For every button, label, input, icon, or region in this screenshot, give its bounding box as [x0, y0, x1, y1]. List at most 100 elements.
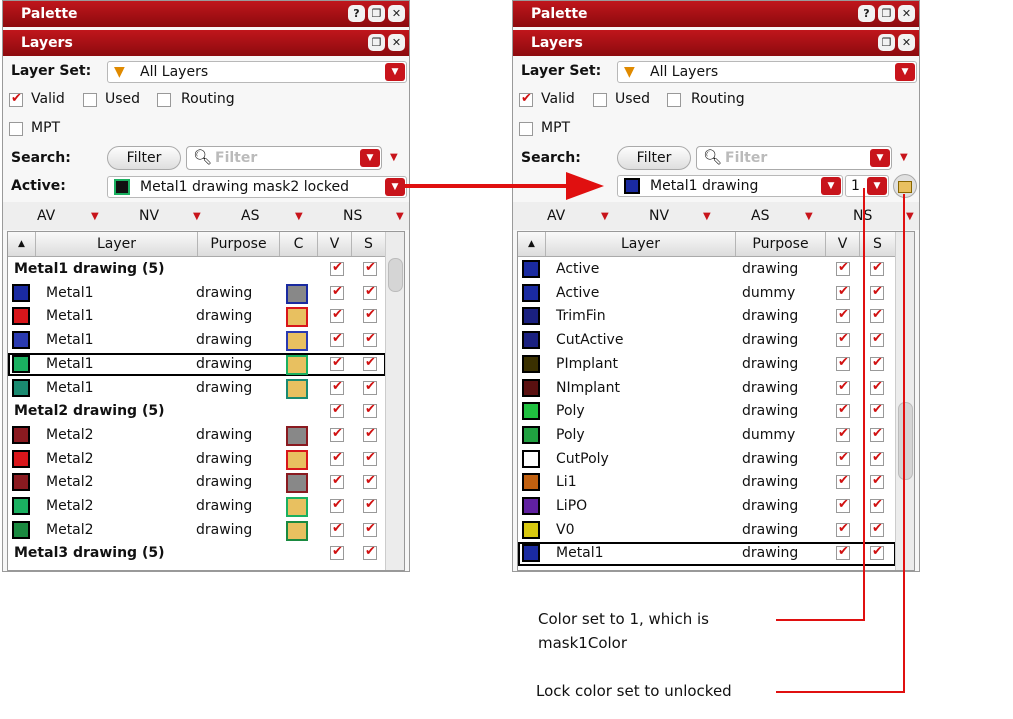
restore-icon[interactable]: ❐ — [368, 34, 385, 51]
ns-button[interactable]: NS — [343, 208, 362, 224]
table-row[interactable]: Metal1 drawing — [518, 542, 896, 567]
nv-button[interactable]: NV — [139, 208, 159, 224]
visible-checkbox[interactable] — [836, 450, 850, 466]
selectable-checkbox[interactable] — [363, 426, 377, 442]
selectable-checkbox[interactable] — [363, 402, 377, 419]
table-row[interactable]: Metal2 drawing — [8, 448, 386, 472]
col-s[interactable]: S — [860, 232, 896, 256]
restore-icon[interactable]: ❐ — [878, 5, 895, 22]
visible-checkbox[interactable] — [330, 284, 344, 300]
table-row[interactable]: Metal1 drawing — [8, 305, 386, 329]
visible-checkbox[interactable] — [836, 260, 850, 276]
table-row[interactable]: CutActive drawing — [518, 329, 896, 353]
color-combo[interactable]: 1 ▼ — [845, 175, 889, 197]
group-row[interactable]: Metal3 drawing (5) — [8, 542, 386, 566]
sort-icon[interactable]: ▲ — [8, 232, 36, 256]
table-row[interactable]: Metal2 drawing — [8, 519, 386, 543]
lock-color-button[interactable] — [893, 174, 917, 198]
as-button[interactable]: AS — [751, 208, 769, 224]
visible-checkbox[interactable] — [330, 402, 344, 419]
visible-checkbox[interactable] — [330, 260, 344, 276]
table-row[interactable]: PImplant drawing — [518, 353, 896, 377]
table-scrollbar[interactable] — [895, 232, 914, 570]
visible-checkbox[interactable] — [330, 355, 344, 371]
search-input[interactable]: 🔍︎ Filter ▼ — [696, 146, 892, 170]
ns-arrow-icon[interactable]: ▼ — [396, 211, 404, 222]
table-scrollbar[interactable] — [385, 232, 404, 570]
visible-checkbox[interactable] — [836, 307, 850, 324]
scroll-thumb[interactable] — [388, 258, 403, 292]
visible-checkbox[interactable] — [330, 307, 344, 324]
selectable-checkbox[interactable] — [363, 355, 377, 371]
av-arrow-icon[interactable]: ▼ — [91, 211, 99, 222]
visible-checkbox[interactable] — [836, 473, 850, 490]
selectable-checkbox[interactable] — [870, 450, 884, 466]
col-s[interactable]: S — [352, 232, 386, 256]
as-arrow-icon[interactable]: ▼ — [295, 211, 303, 222]
restore-icon[interactable]: ❐ — [368, 5, 385, 22]
selectable-checkbox[interactable] — [870, 473, 884, 490]
visible-checkbox[interactable] — [836, 284, 850, 300]
table-row[interactable]: TrimFin drawing — [518, 305, 896, 329]
search-menu-arrow-icon[interactable]: ▼ — [900, 152, 908, 163]
selectable-checkbox[interactable] — [870, 260, 884, 276]
chevron-down-icon[interactable]: ▼ — [385, 178, 405, 196]
table-row[interactable]: Metal1 drawing — [8, 352, 386, 377]
as-button[interactable]: AS — [241, 208, 259, 224]
visible-checkbox[interactable] — [836, 497, 850, 513]
col-c[interactable]: C — [280, 232, 318, 256]
col-purpose[interactable]: Purpose — [736, 232, 826, 256]
close-icon[interactable]: ✕ — [898, 34, 915, 51]
as-arrow-icon[interactable]: ▼ — [805, 211, 813, 222]
table-row[interactable]: Poly drawing — [518, 400, 896, 424]
selectable-checkbox[interactable] — [870, 497, 884, 513]
chevron-down-icon[interactable]: ▼ — [895, 63, 915, 81]
selectable-checkbox[interactable] — [870, 402, 884, 419]
table-row[interactable]: Metal2 drawing — [8, 424, 386, 448]
selectable-checkbox[interactable] — [870, 307, 884, 324]
filter-button[interactable]: Filter — [107, 146, 181, 170]
col-v[interactable]: V — [826, 232, 860, 256]
ns-arrow-icon[interactable]: ▼ — [906, 211, 914, 222]
used-checkbox[interactable] — [83, 93, 97, 107]
table-row[interactable]: LiPO drawing — [518, 495, 896, 519]
selectable-checkbox[interactable] — [870, 426, 884, 442]
col-v[interactable]: V — [318, 232, 352, 256]
selectable-checkbox[interactable] — [363, 331, 377, 348]
mask-color-icon[interactable] — [286, 520, 308, 541]
table-row[interactable]: Metal1 drawing — [8, 377, 386, 401]
selectable-checkbox[interactable] — [870, 331, 884, 348]
col-layer[interactable]: Layer — [36, 232, 198, 256]
group-row[interactable]: Metal1 drawing (5) — [8, 258, 386, 282]
nv-arrow-icon[interactable]: ▼ — [193, 211, 201, 222]
close-icon[interactable]: ✕ — [388, 34, 405, 51]
search-menu-arrow-icon[interactable]: ▼ — [390, 152, 398, 163]
chevron-down-icon[interactable]: ▼ — [867, 177, 887, 195]
table-row[interactable]: Active dummy — [518, 282, 896, 306]
visible-checkbox[interactable] — [836, 521, 850, 537]
help-icon[interactable]: ? — [348, 5, 365, 22]
mask-color-icon[interactable] — [286, 378, 308, 399]
selectable-checkbox[interactable] — [870, 379, 884, 395]
close-icon[interactable]: ✕ — [388, 5, 405, 22]
visible-checkbox[interactable] — [836, 402, 850, 419]
chevron-down-icon[interactable]: ▼ — [360, 149, 380, 167]
help-icon[interactable]: ? — [858, 5, 875, 22]
table-row[interactable]: Li1 drawing — [518, 471, 896, 495]
selectable-checkbox[interactable] — [363, 450, 377, 466]
av-button[interactable]: AV — [547, 208, 565, 224]
selectable-checkbox[interactable] — [870, 355, 884, 371]
layer-set-combo[interactable]: ▼ All Layers ▼ — [617, 61, 917, 83]
visible-checkbox[interactable] — [330, 331, 344, 348]
visible-checkbox[interactable] — [330, 450, 344, 466]
table-row[interactable]: V0 drawing — [518, 519, 896, 543]
selectable-checkbox[interactable] — [363, 260, 377, 276]
selectable-checkbox[interactable] — [363, 284, 377, 300]
visible-checkbox[interactable] — [330, 426, 344, 442]
mask-color-icon[interactable] — [286, 283, 308, 304]
selectable-checkbox[interactable] — [870, 284, 884, 300]
table-row[interactable]: Metal2 drawing — [8, 495, 386, 519]
used-checkbox[interactable] — [593, 93, 607, 107]
group-row[interactable]: Metal2 drawing (5) — [8, 400, 386, 424]
mask-color-icon[interactable] — [286, 497, 308, 517]
